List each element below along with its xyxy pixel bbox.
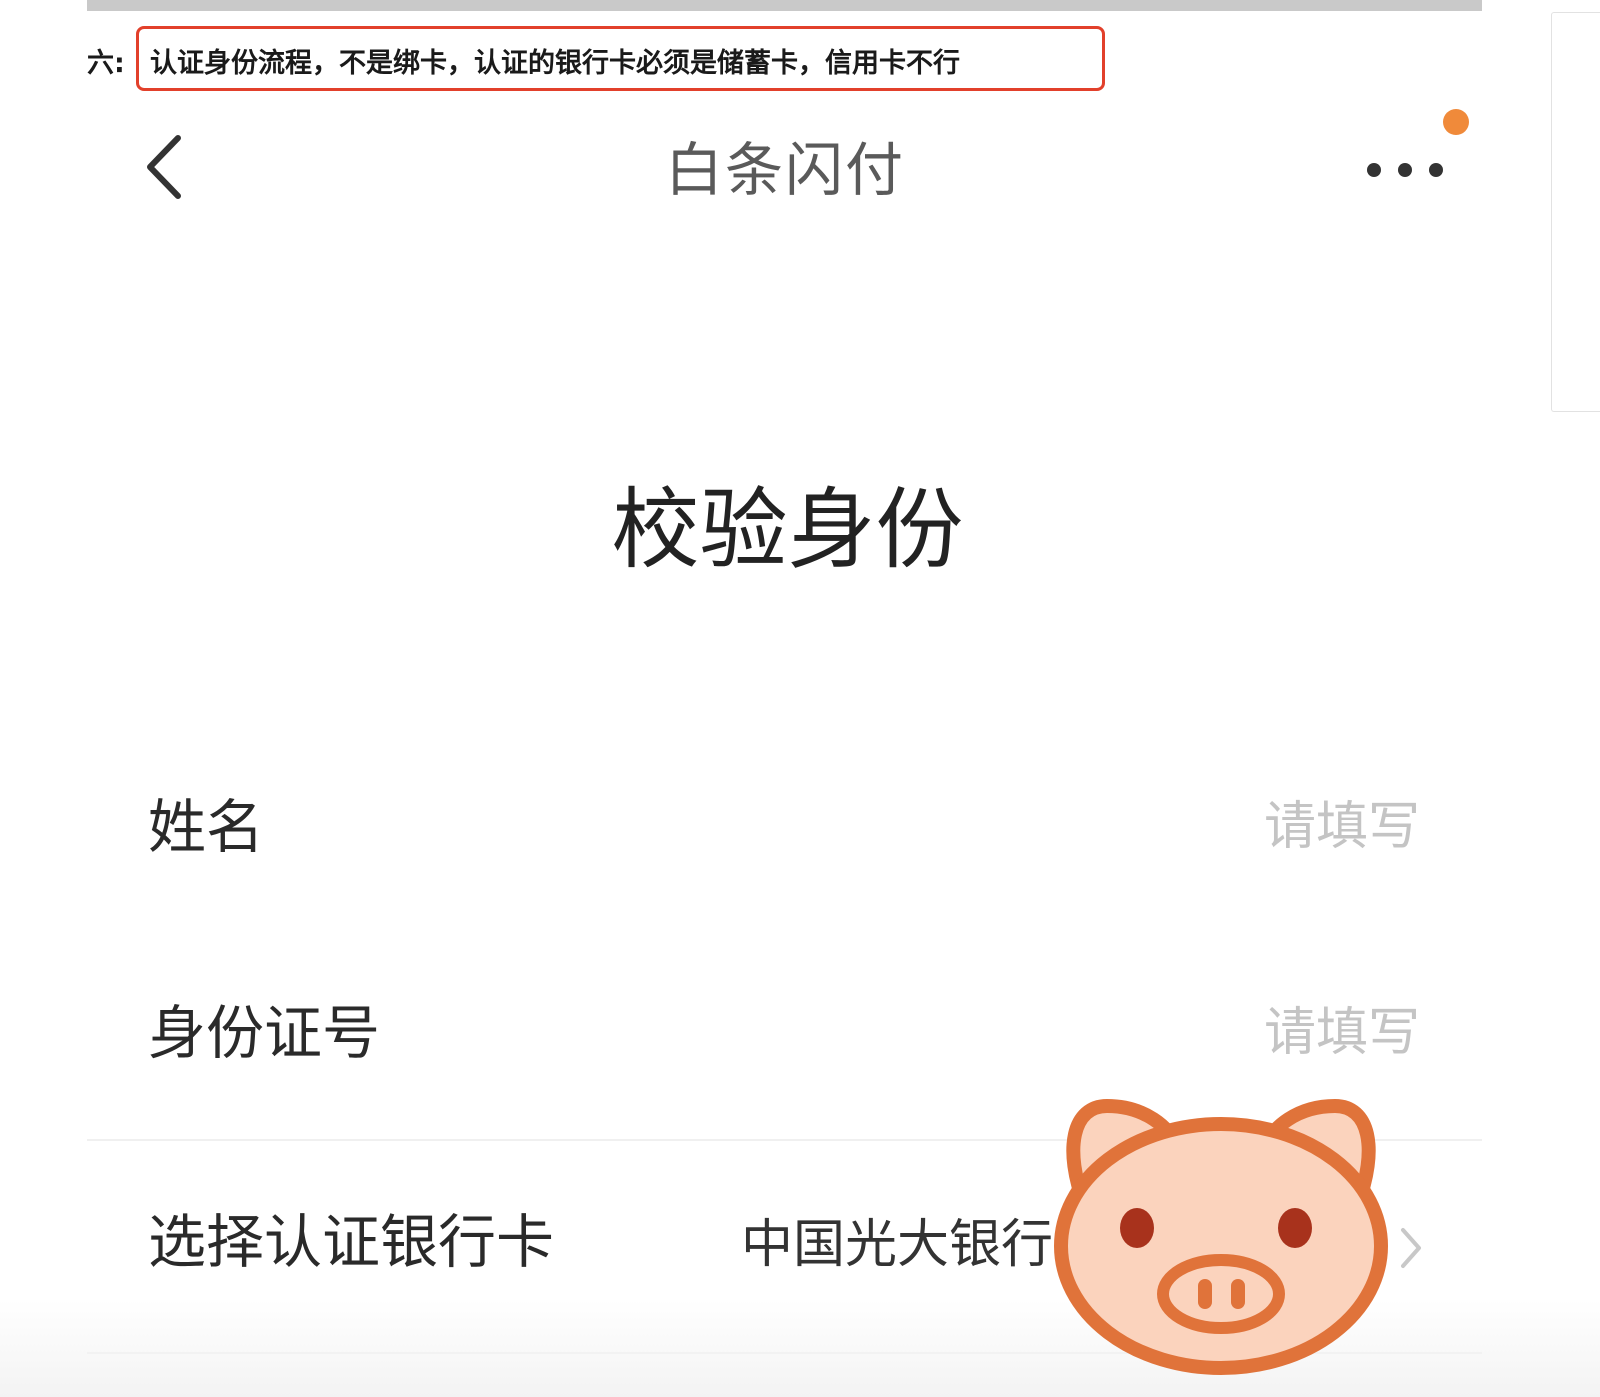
pig-face-icon: [1054, 1099, 1388, 1375]
chevron-left-icon: [147, 135, 181, 199]
side-panel-edge: [1551, 12, 1600, 412]
notification-dot: [1443, 109, 1469, 135]
bank-card-value: 中国光大银行: [741, 1215, 1054, 1275]
page-heading: 校验身份: [611, 478, 964, 581]
bank-card-label: 选择认证银行卡: [148, 1208, 555, 1276]
name-label: 姓名: [148, 793, 265, 861]
id-number-label: 身份证号: [148, 999, 381, 1067]
chevron-right-icon: [1401, 1228, 1421, 1268]
nav-title: 白条闪付: [664, 136, 905, 204]
back-button[interactable]: [140, 132, 190, 202]
ellipsis-icon: [1367, 163, 1443, 177]
top-divider-strip: [87, 0, 1482, 11]
note-prefix: 六:: [87, 48, 125, 79]
name-input[interactable]: 请填写: [1130, 787, 1420, 867]
screenshot-canvas: 六: 认证身份流程，不是绑卡，认证的银行卡必须是储蓄卡，信用卡不行 白条闪付 校…: [0, 0, 1600, 1397]
id-number-input[interactable]: 请填写: [1130, 993, 1420, 1073]
note-text: 认证身份流程，不是绑卡，认证的银行卡必须是储蓄卡，信用卡不行: [150, 48, 960, 79]
more-button[interactable]: [1360, 150, 1450, 190]
